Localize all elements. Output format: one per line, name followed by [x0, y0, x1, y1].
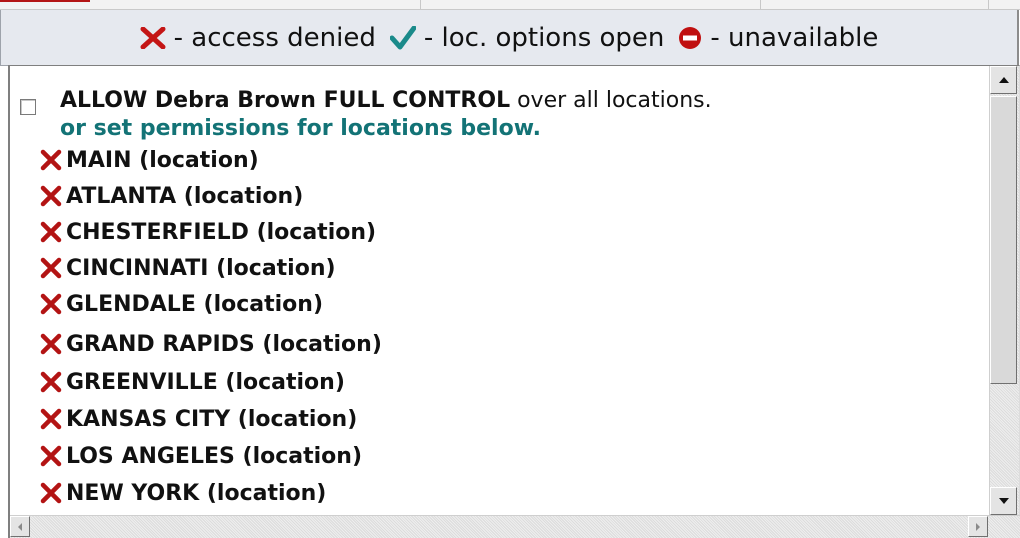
- location-label: GREENVILLE (location): [66, 369, 345, 395]
- location-label: GLENDALE (location): [66, 291, 323, 317]
- access-denied-icon: [40, 371, 62, 393]
- check-icon: [389, 25, 416, 50]
- location-item[interactable]: LOS ANGELES (location): [40, 440, 362, 472]
- red-x-icon: [140, 26, 166, 49]
- top-divider: [760, 0, 761, 9]
- location-item[interactable]: MAIN (location): [40, 144, 259, 176]
- access-denied-icon: [40, 333, 62, 355]
- location-item[interactable]: GREENVILLE (location): [40, 366, 345, 398]
- access-denied-icon: [40, 149, 62, 171]
- legend-label-denied: - access denied: [173, 22, 376, 53]
- full-control-checkbox[interactable]: [20, 99, 36, 115]
- location-item[interactable]: KANSAS CITY (location): [40, 403, 357, 435]
- horizontal-scrollbar[interactable]: [10, 515, 1020, 538]
- scroll-down-button[interactable]: [990, 487, 1017, 515]
- location-item[interactable]: GRAND RAPIDS (location): [40, 328, 382, 360]
- legend-bar: - access denied - loc. options open - un…: [0, 10, 1019, 66]
- location-label: GRAND RAPIDS (location): [66, 331, 382, 357]
- location-label: LOS ANGELES (location): [66, 443, 363, 469]
- arrow-left-icon: [18, 522, 22, 531]
- location-item[interactable]: NEW YORK (location): [40, 477, 326, 509]
- location-label: MAIN (location): [66, 147, 259, 173]
- location-label: ATLANTA (location): [66, 183, 304, 209]
- scroll-up-button[interactable]: [990, 66, 1017, 94]
- no-entry-icon: [678, 26, 702, 50]
- arrow-up-icon: [998, 77, 1009, 83]
- location-label: NEW YORK (location): [66, 480, 327, 506]
- full-control-label: ALLOW Debra Brown FULL CONTROL over all …: [60, 88, 712, 113]
- scroll-left-button[interactable]: [10, 516, 30, 537]
- arrow-down-icon: [998, 498, 1009, 504]
- legend-label-unavailable: - unavailable: [710, 22, 879, 53]
- top-accent: [0, 0, 90, 2]
- location-label: CHESTERFIELD (location): [66, 219, 377, 245]
- scroll-right-button[interactable]: [968, 516, 988, 537]
- location-label: KANSAS CITY (location): [66, 406, 358, 432]
- scroll-thumb[interactable]: [990, 96, 1017, 384]
- access-denied-icon: [40, 185, 62, 207]
- access-denied-icon: [40, 257, 62, 279]
- locations-panel: ALLOW Debra Brown FULL CONTROL over all …: [8, 65, 1020, 538]
- top-strip: [0, 0, 1020, 10]
- location-item[interactable]: ATLANTA (location): [40, 180, 303, 212]
- location-label: CINCINNATI (location): [66, 255, 336, 281]
- access-denied-icon: [40, 408, 62, 430]
- location-item[interactable]: CINCINNATI (location): [40, 252, 336, 284]
- top-divider: [420, 0, 421, 9]
- access-denied-icon: [40, 293, 62, 315]
- arrow-right-icon: [976, 522, 980, 531]
- access-denied-icon: [40, 221, 62, 243]
- location-item[interactable]: GLENDALE (location): [40, 288, 323, 320]
- legend-label-open: - loc. options open: [423, 22, 665, 53]
- location-item[interactable]: CHESTERFIELD (location): [40, 216, 376, 248]
- set-permissions-hint: or set permissions for locations below.: [60, 116, 541, 141]
- vertical-scrollbar[interactable]: [989, 66, 1019, 517]
- locations-list: ALLOW Debra Brown FULL CONTROL over all …: [10, 66, 989, 516]
- full-control-label-rest: over all locations.: [517, 88, 712, 113]
- top-divider: [988, 0, 989, 9]
- access-denied-icon: [40, 482, 62, 504]
- access-denied-icon: [40, 445, 62, 467]
- full-control-label-bold: ALLOW Debra Brown FULL CONTROL: [60, 88, 511, 113]
